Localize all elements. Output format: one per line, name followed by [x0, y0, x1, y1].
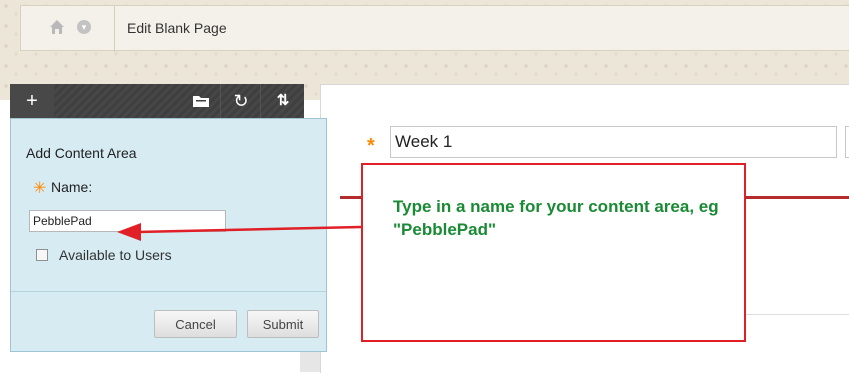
breadcrumb-title: Edit Blank Page [127, 20, 227, 36]
breadcrumb: ▾ Edit Blank Page [20, 5, 849, 52]
callout-text: Type in a name for your content area, eg… [393, 197, 719, 239]
available-to-users-label: Available to Users [59, 247, 172, 263]
breadcrumb-divider [114, 6, 115, 52]
folder-view-button[interactable] [182, 84, 220, 118]
required-icon: ✳ [33, 180, 47, 197]
add-menu-item-button[interactable]: + [10, 84, 54, 118]
divider-line [740, 314, 849, 315]
refresh-icon: ↻ [233, 91, 249, 111]
available-to-users-checkbox[interactable] [36, 249, 48, 261]
folder-icon [193, 95, 209, 107]
popup-divider [11, 291, 326, 292]
cancel-button[interactable]: Cancel [154, 310, 237, 338]
home-icon[interactable] [49, 19, 65, 35]
side-field[interactable] [845, 126, 849, 158]
required-marker: * [367, 135, 375, 157]
refresh-button[interactable]: ↻ [220, 84, 261, 118]
add-content-area-popup: Add Content Area ✳ Name: Available to Us… [10, 118, 327, 352]
sort-icon: ⇅ [276, 92, 290, 109]
submit-button[interactable]: Submit [247, 310, 319, 338]
name-input[interactable] [29, 210, 226, 232]
chevron-down-icon[interactable]: ▾ [77, 20, 91, 34]
reorder-button[interactable]: ⇅ [260, 84, 305, 118]
popup-title: Add Content Area [26, 145, 137, 161]
name-label: Name: [51, 179, 93, 195]
annotation-callout: Type in a name for your content area, eg… [361, 163, 746, 342]
course-menu-toolbar: + ↻ ⇅ [10, 84, 304, 118]
plus-icon: + [26, 90, 38, 112]
page-title-input[interactable] [390, 126, 837, 158]
